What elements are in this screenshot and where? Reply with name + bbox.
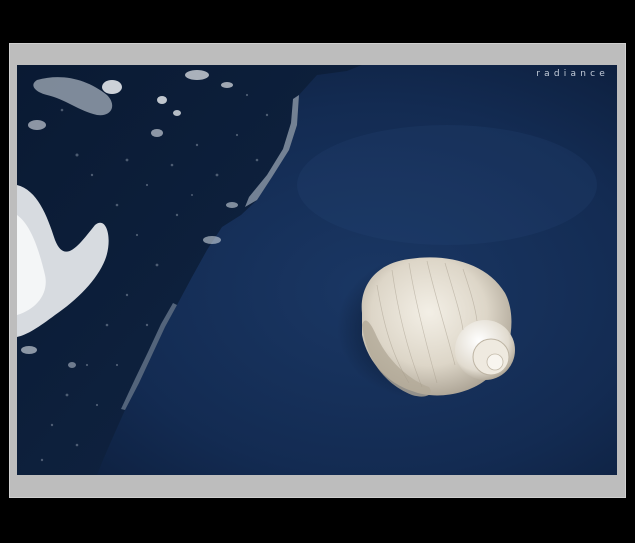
photo-illustration (17, 65, 617, 475)
foam-spot-4 (185, 70, 209, 80)
foam-spot-2 (157, 96, 167, 104)
shell-whorl-inner (486, 353, 504, 371)
foam-spot-10 (203, 236, 221, 244)
foam-spot-11 (226, 202, 238, 208)
foam-spot-5 (221, 82, 233, 88)
foam-spot-8 (21, 346, 37, 354)
water-sheen (297, 125, 597, 245)
watermark-text: radiance (536, 69, 609, 79)
foam-spot-6 (151, 129, 163, 137)
page-background: radiance (0, 0, 635, 543)
foam-spot-1 (102, 80, 122, 94)
foam-spot-9 (68, 362, 76, 368)
foam-spot-3 (173, 110, 181, 116)
snail-shell (361, 257, 515, 397)
foam-spot-7 (28, 120, 46, 130)
photograph: radiance (17, 65, 617, 475)
